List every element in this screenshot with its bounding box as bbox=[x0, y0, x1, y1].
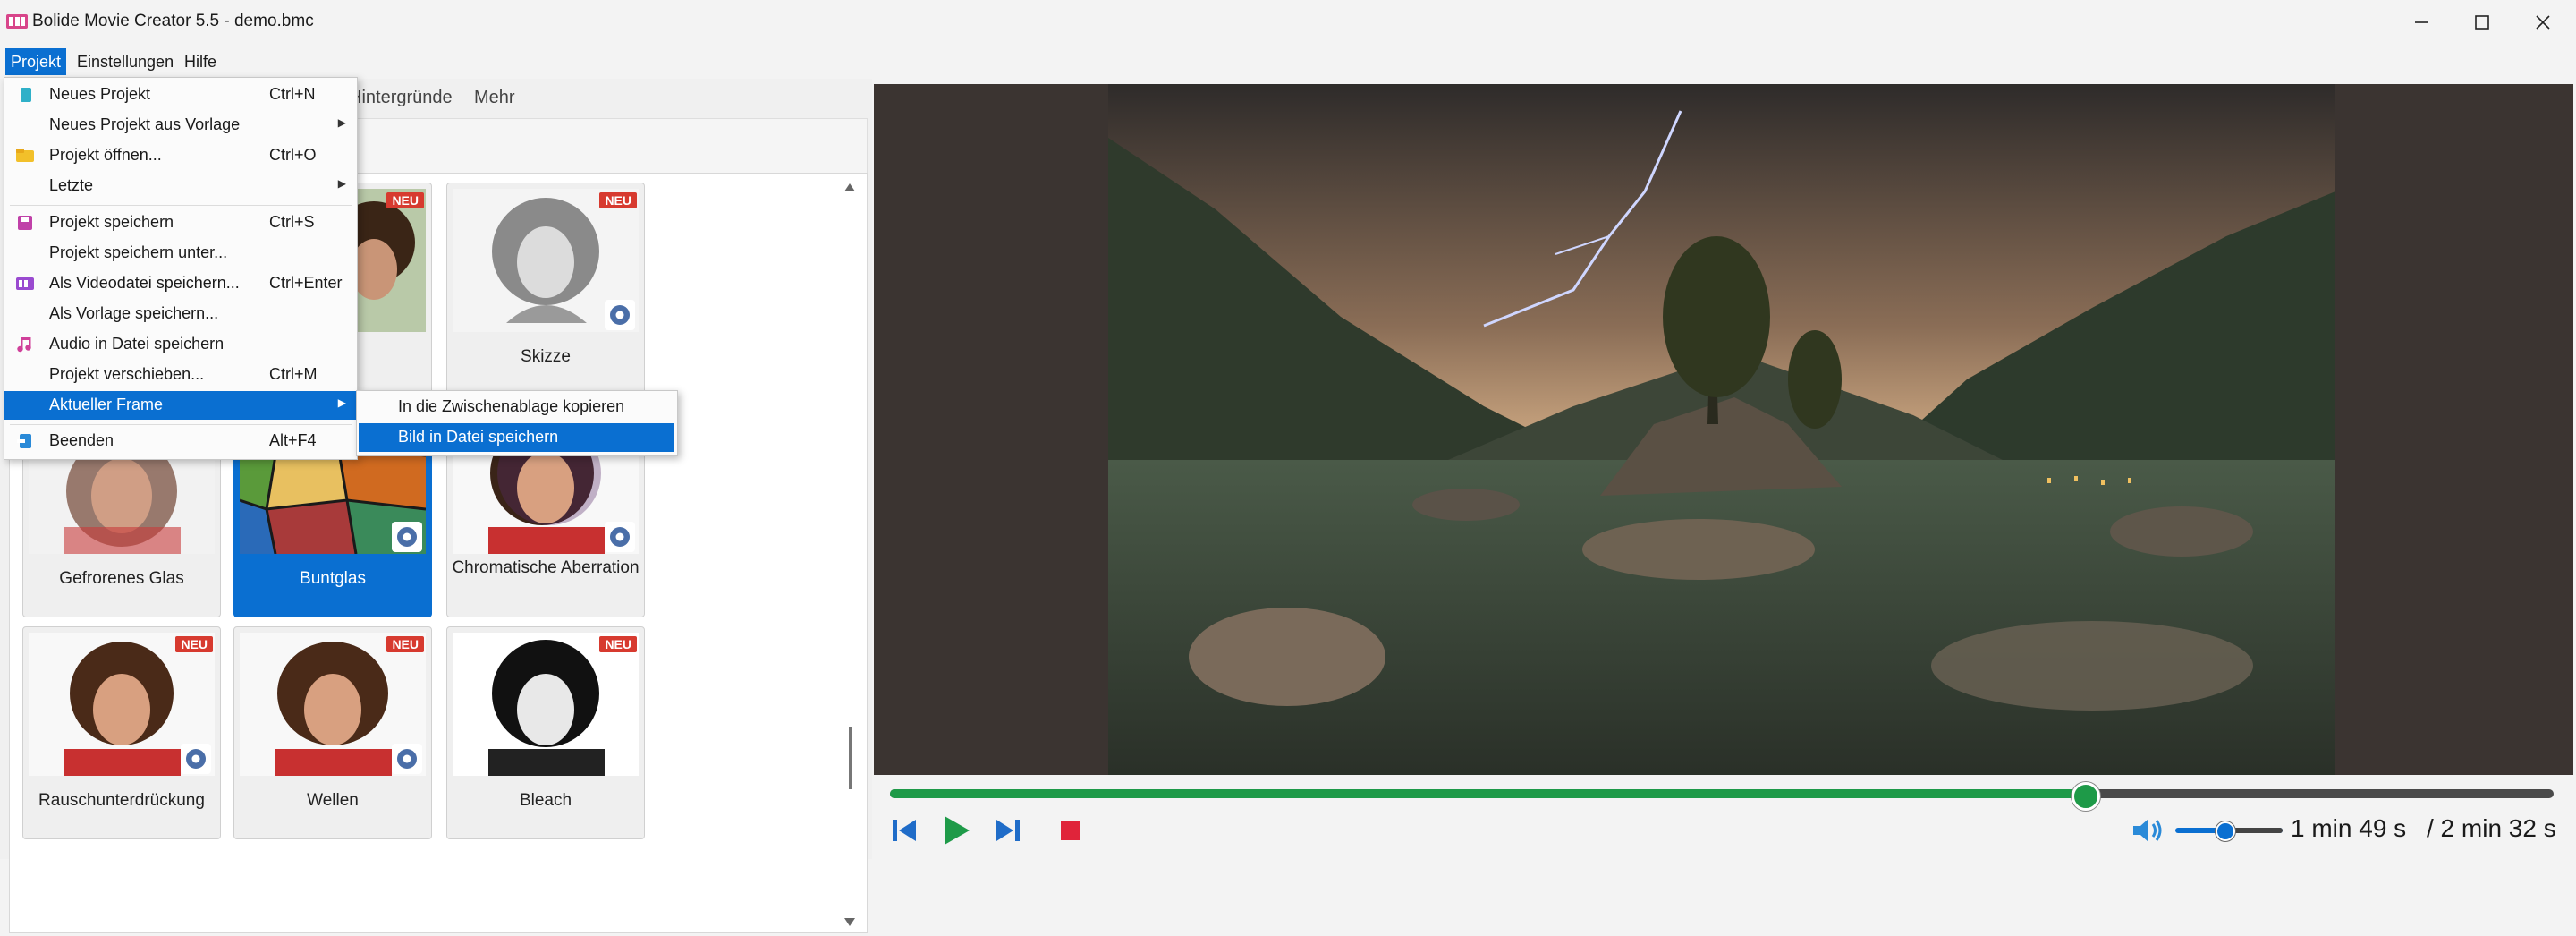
menu-hilfe[interactable]: Hilfe bbox=[179, 48, 222, 75]
seek-bar-handle[interactable] bbox=[2071, 782, 2100, 811]
menu-item-als-videodatei-speichern[interactable]: Als Videodatei speichern... Ctrl+Enter bbox=[4, 269, 357, 298]
effect-label: Chromatische Aberration bbox=[452, 558, 640, 577]
submenu-arrow-icon: ▶ bbox=[337, 396, 346, 409]
effect-label: Skizze bbox=[521, 347, 571, 366]
menu-item-als-vorlage-speichern[interactable]: Als Vorlage speichern... bbox=[4, 300, 357, 328]
speaker-icon bbox=[2133, 819, 2162, 842]
music-icon bbox=[17, 337, 31, 353]
menu-item-projekt-speichern[interactable]: Projekt speichern Ctrl+S bbox=[4, 208, 357, 237]
effect-tile-skizze[interactable]: NEU Skizze bbox=[446, 183, 645, 396]
gear-icon bbox=[610, 305, 630, 325]
film-icon bbox=[16, 277, 34, 290]
menu-item-beenden[interactable]: Beenden Alt+F4 bbox=[4, 427, 357, 455]
tab-mehr[interactable]: Mehr bbox=[474, 88, 515, 108]
menu-item-bild-in-datei-speichern[interactable]: Bild in Datei speichern bbox=[359, 423, 674, 452]
effect-label: Bleach bbox=[519, 791, 572, 810]
save-icon bbox=[18, 216, 32, 230]
stop-button[interactable] bbox=[1053, 813, 1089, 848]
effect-label: Buntglas bbox=[300, 569, 366, 588]
menu-separator bbox=[10, 424, 352, 425]
video-frame-background bbox=[874, 84, 2573, 775]
effect-label: Rauschunterdrückung bbox=[38, 791, 205, 810]
effect-tile-rauschunterdrueckung[interactable]: NEU Rauschunterdrückung bbox=[22, 626, 221, 839]
menu-separator bbox=[10, 205, 352, 206]
volume-button[interactable] bbox=[2130, 813, 2165, 848]
menu-item-letzte[interactable]: Letzte ▶ bbox=[4, 172, 357, 200]
menu-bar: Projekt Einstellungen Hilfe bbox=[0, 45, 2576, 77]
skip-forward-icon bbox=[996, 820, 1020, 841]
new-badge: NEU bbox=[175, 636, 213, 652]
app-logo-icon bbox=[6, 14, 28, 29]
gallery-scrollbar[interactable] bbox=[834, 175, 866, 932]
menu-einstellungen[interactable]: Einstellungen bbox=[72, 48, 179, 75]
settings-gear-button[interactable] bbox=[392, 744, 422, 774]
play-button[interactable] bbox=[938, 813, 974, 848]
menu-item-aktueller-frame[interactable]: Aktueller Frame ▶ bbox=[4, 391, 357, 420]
new-file-icon bbox=[21, 88, 31, 102]
effect-tile-wellen[interactable]: NEU Wellen bbox=[233, 626, 432, 839]
exit-icon bbox=[17, 434, 31, 448]
preview-player: 1 min 49 s / 2 min 32 s bbox=[874, 84, 2573, 859]
menu-item-neues-projekt-aus-vorlage[interactable]: Neues Projekt aus Vorlage ▶ bbox=[4, 111, 357, 140]
volume-slider[interactable] bbox=[2175, 821, 2283, 841]
menu-projekt[interactable]: Projekt bbox=[5, 48, 67, 75]
total-time: / 2 min 32 s bbox=[2427, 814, 2556, 842]
settings-gear-button[interactable] bbox=[392, 522, 422, 552]
gear-icon bbox=[186, 749, 206, 769]
submenu-arrow-icon: ▶ bbox=[337, 177, 346, 190]
menu-item-projekt-speichern-unter[interactable]: Projekt speichern unter... bbox=[4, 239, 357, 268]
submenu-arrow-icon: ▶ bbox=[337, 116, 346, 129]
volume-slider-handle[interactable] bbox=[2216, 821, 2235, 841]
effect-thumbnail bbox=[453, 633, 639, 776]
current-time: 1 min 49 s bbox=[2291, 814, 2407, 842]
previous-frame-button[interactable] bbox=[886, 813, 922, 848]
new-badge: NEU bbox=[599, 636, 637, 652]
settings-gear-button[interactable] bbox=[605, 300, 635, 330]
aktueller-frame-submenu: In die Zwischenablage kopieren Bild in D… bbox=[356, 390, 678, 456]
play-icon bbox=[945, 816, 970, 845]
gear-icon bbox=[397, 749, 417, 769]
folder-icon bbox=[16, 149, 34, 162]
seek-bar[interactable] bbox=[890, 782, 2554, 811]
minimize-icon bbox=[2415, 21, 2428, 23]
maximize-icon bbox=[2475, 15, 2489, 30]
effect-tile-bleach[interactable]: NEU Bleach bbox=[446, 626, 645, 839]
menu-item-neues-projekt[interactable]: Neues Projekt Ctrl+N bbox=[4, 81, 357, 109]
next-frame-button[interactable] bbox=[990, 813, 1026, 848]
effect-label: Wellen bbox=[307, 791, 359, 810]
effect-label: Gefrorenes Glas bbox=[59, 569, 184, 588]
seek-bar-progress bbox=[890, 789, 2083, 798]
window-title: Bolide Movie Creator 5.5 - demo.bmc bbox=[32, 12, 314, 30]
gear-icon bbox=[610, 527, 630, 547]
new-badge: NEU bbox=[599, 192, 637, 208]
settings-gear-button[interactable] bbox=[605, 522, 635, 552]
settings-gear-button[interactable] bbox=[181, 744, 211, 774]
new-badge: NEU bbox=[386, 636, 424, 652]
new-badge: NEU bbox=[386, 192, 424, 208]
menu-item-projekt-verschieben[interactable]: Projekt verschieben... Ctrl+M bbox=[4, 361, 357, 389]
stop-icon bbox=[1061, 821, 1080, 840]
menu-item-audio-in-datei-speichern[interactable]: Audio in Datei speichern bbox=[4, 330, 357, 359]
skip-back-icon bbox=[893, 820, 916, 841]
tab-hintergruende[interactable]: Hintergründe bbox=[349, 88, 453, 108]
menu-item-in-die-zwischenablage-kopieren[interactable]: In die Zwischenablage kopieren bbox=[359, 393, 674, 421]
title-bar: Bolide Movie Creator 5.5 - demo.bmc bbox=[0, 0, 2576, 45]
menu-item-projekt-oeffnen[interactable]: Projekt öffnen... Ctrl+O bbox=[4, 141, 357, 170]
video-preview[interactable] bbox=[1108, 84, 2335, 775]
close-button[interactable] bbox=[2506, 0, 2576, 45]
close-icon bbox=[2536, 15, 2550, 30]
gear-icon bbox=[397, 527, 417, 547]
projekt-menu: Neues Projekt Ctrl+N Neues Projekt aus V… bbox=[4, 77, 358, 460]
